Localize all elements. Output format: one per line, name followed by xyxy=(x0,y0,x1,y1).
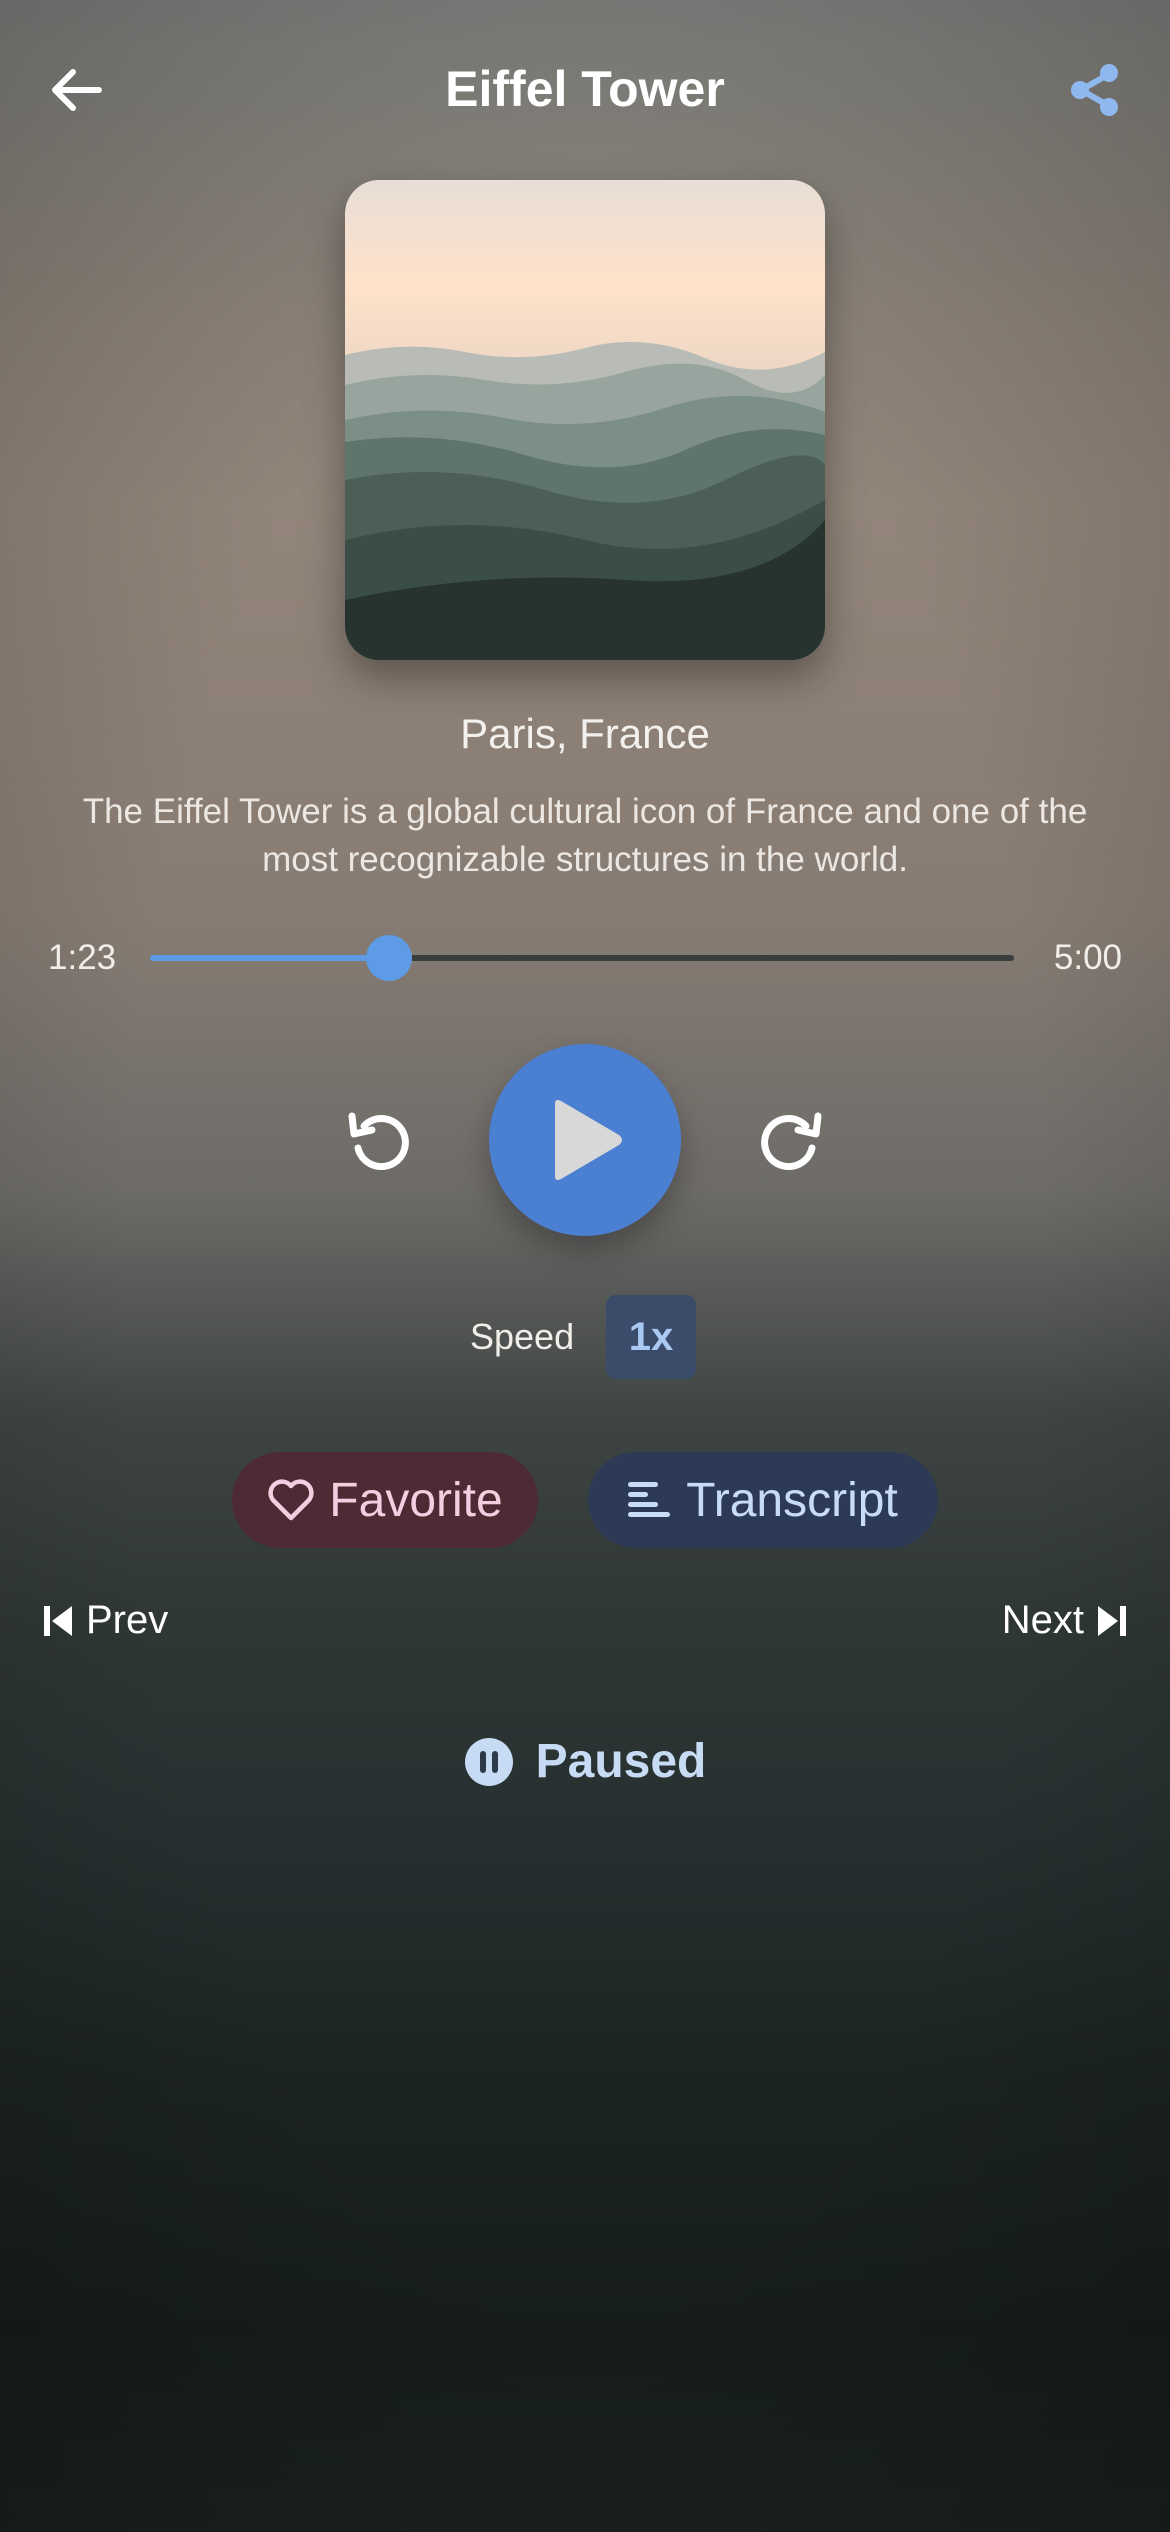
rewind-icon xyxy=(348,1112,409,1171)
transcript-label: Transcript xyxy=(686,1473,898,1527)
page-title: Eiffel Tower xyxy=(445,61,725,117)
pause-circle-icon xyxy=(464,1737,513,1786)
transcript-button[interactable]: Transcript xyxy=(588,1452,938,1548)
playback-status: Paused xyxy=(0,1734,1170,1789)
track-location: Paris, France xyxy=(460,710,710,757)
skip-forward-icon xyxy=(1098,1605,1126,1636)
heart-icon xyxy=(268,1479,314,1521)
header: Eiffel Tower xyxy=(0,0,1170,180)
next-label: Next xyxy=(1001,1598,1084,1642)
favorite-button[interactable]: Favorite xyxy=(232,1452,538,1548)
progress-fill xyxy=(150,955,390,961)
speed-button[interactable]: 1x xyxy=(606,1295,696,1379)
progress-slider[interactable] xyxy=(150,935,1014,981)
album-artwork xyxy=(345,180,825,660)
track-description: The Eiffel Tower is a global cultural ic… xyxy=(82,792,1088,879)
skip-back-icon xyxy=(44,1605,72,1636)
favorite-label: Favorite xyxy=(329,1473,503,1527)
progress-thumb[interactable] xyxy=(366,935,413,981)
forward-icon xyxy=(761,1112,822,1171)
prev-button[interactable]: Prev xyxy=(44,1598,168,1643)
play-button[interactable] xyxy=(489,1044,681,1236)
transcript-icon xyxy=(628,1482,671,1517)
play-icon xyxy=(555,1100,622,1180)
speed-label: Speed xyxy=(470,1316,575,1357)
total-time: 5:00 xyxy=(1053,938,1122,977)
share-button[interactable] xyxy=(1060,55,1130,125)
next-button[interactable]: Next xyxy=(1002,1598,1126,1643)
share-icon xyxy=(1071,64,1118,116)
status-label: Paused xyxy=(535,1735,707,1788)
forward-button[interactable] xyxy=(750,1100,830,1180)
current-time: 1:23 xyxy=(48,938,117,977)
rewind-button[interactable] xyxy=(340,1100,420,1180)
prev-label: Prev xyxy=(86,1598,169,1642)
